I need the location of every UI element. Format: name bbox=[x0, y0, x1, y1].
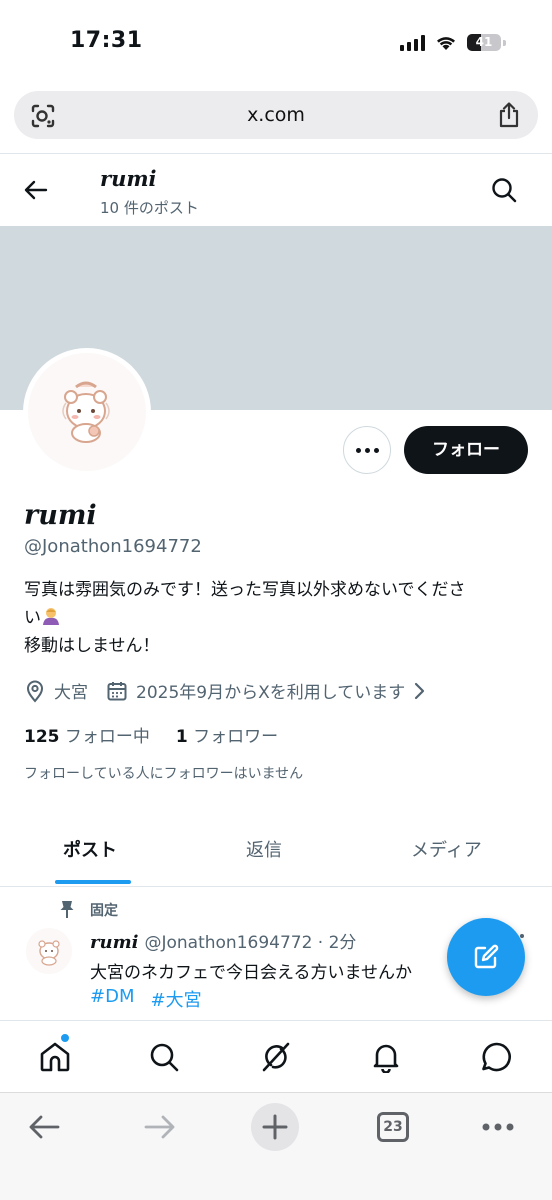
signal-icon bbox=[400, 34, 425, 51]
follow-stats: 125 フォロー中 1 フォロワー bbox=[24, 722, 278, 747]
calendar-icon bbox=[107, 681, 127, 700]
back-arrow-icon[interactable] bbox=[22, 176, 50, 204]
no-common-followers-note: フォローしている人にフォロワーはいません bbox=[24, 766, 304, 782]
compose-post-button[interactable] bbox=[447, 918, 525, 996]
home-icon bbox=[40, 1042, 70, 1072]
tab-media[interactable]: メディア bbox=[411, 836, 482, 862]
pin-icon bbox=[60, 901, 74, 918]
post-handle-time: @Jonathon1694772 · 2分 bbox=[144, 933, 357, 953]
profile-handle: @Jonathon1694772 bbox=[24, 536, 202, 557]
following-count: 125 bbox=[24, 727, 60, 747]
bio-line: 写真は雰囲気のみです！送った写真以外求めないでくださ bbox=[24, 580, 466, 600]
tab-posts[interactable]: ポスト bbox=[63, 836, 117, 862]
browser-toolbar: 23 bbox=[0, 1092, 552, 1200]
forward-arrow-icon bbox=[144, 1115, 175, 1139]
post-header: rumi @Jonathon1694772 · 2分 bbox=[90, 928, 356, 953]
follow-button[interactable]: フォロー bbox=[404, 426, 528, 474]
nav-search[interactable] bbox=[146, 1039, 182, 1075]
location-pin-icon bbox=[26, 680, 44, 703]
back-arrow-icon bbox=[29, 1115, 60, 1139]
search-icon[interactable] bbox=[490, 176, 518, 204]
messages-icon bbox=[482, 1042, 511, 1072]
bowing-person-emoji-icon bbox=[43, 608, 59, 625]
share-icon[interactable] bbox=[496, 101, 522, 129]
nav-home[interactable] bbox=[37, 1039, 73, 1075]
compose-icon bbox=[474, 944, 499, 969]
bottom-nav bbox=[0, 1020, 552, 1092]
bio-text: い bbox=[24, 608, 41, 628]
followers-label: フォロワー bbox=[193, 727, 279, 747]
nav-notifications[interactable] bbox=[368, 1039, 404, 1075]
status-time: 17:31 bbox=[70, 28, 143, 53]
grok-icon bbox=[262, 1042, 290, 1072]
status-icons: 41 bbox=[400, 34, 506, 51]
tab-replies[interactable]: 返信 bbox=[246, 836, 282, 862]
dot bbox=[355, 447, 361, 453]
bio-line: い bbox=[24, 604, 534, 632]
status-bar: 17:31 41 bbox=[0, 0, 552, 88]
profile-meta: 大宮 2025年9月からXを利用しています bbox=[24, 678, 427, 703]
joined-text[interactable]: 2025年9月からXを利用しています bbox=[136, 678, 405, 703]
battery-icon: 41 bbox=[467, 34, 501, 51]
post-author-name[interactable]: rumi bbox=[90, 932, 138, 953]
divider bbox=[0, 153, 552, 154]
post-hashtags: #DM #大宮 bbox=[90, 986, 202, 1012]
followers-link[interactable]: 1 フォロワー bbox=[176, 722, 278, 747]
dot bbox=[373, 447, 379, 453]
avatar[interactable] bbox=[28, 353, 146, 471]
hashtag-link[interactable]: #DM bbox=[90, 986, 134, 1012]
battery-tip bbox=[503, 39, 506, 46]
post-more-icon[interactable] bbox=[520, 934, 524, 938]
profile-bio: 写真は雰囲気のみです！送った写真以外求めないでくださ い 移動はしません！ bbox=[24, 576, 534, 660]
chevron-right-icon[interactable] bbox=[411, 681, 427, 701]
nav-messages[interactable] bbox=[479, 1039, 515, 1075]
header-post-count: 10 件のポスト bbox=[100, 199, 199, 217]
post-text: 大宮のネカフェで今日会える方いませんか bbox=[90, 963, 412, 983]
hashtag-link[interactable]: #大宮 bbox=[150, 986, 201, 1012]
post-avatar[interactable] bbox=[26, 928, 72, 974]
search-icon bbox=[150, 1043, 179, 1072]
following-link[interactable]: 125 フォロー中 bbox=[24, 722, 150, 747]
tab-switcher-button[interactable]: 23 bbox=[376, 1107, 410, 1147]
plus-icon bbox=[262, 1114, 288, 1140]
active-tab-indicator bbox=[55, 880, 131, 884]
following-label: フォロー中 bbox=[64, 727, 150, 747]
tabs-count: 23 bbox=[377, 1112, 409, 1142]
profile-name: rumi bbox=[24, 500, 97, 531]
header-name: rumi bbox=[100, 166, 157, 191]
browser-menu-button[interactable] bbox=[480, 1107, 516, 1147]
divider bbox=[0, 886, 552, 887]
followers-count: 1 bbox=[175, 727, 188, 747]
notification-dot bbox=[60, 1033, 70, 1043]
more-options-button[interactable] bbox=[343, 426, 391, 474]
url-text[interactable]: x.com bbox=[14, 91, 538, 139]
url-bar[interactable]: x.com bbox=[14, 91, 538, 139]
pinned-label: 固定 bbox=[90, 903, 118, 919]
wifi-icon bbox=[437, 36, 455, 50]
browser-forward-button[interactable] bbox=[142, 1107, 178, 1147]
new-tab-button[interactable] bbox=[251, 1103, 299, 1151]
bear-character-icon bbox=[38, 940, 60, 966]
browser-back-button[interactable] bbox=[26, 1107, 62, 1147]
bio-line: 移動はしません！ bbox=[24, 636, 160, 656]
nav-grok[interactable] bbox=[258, 1039, 294, 1075]
more-horizontal-icon bbox=[482, 1123, 514, 1131]
bear-character-icon bbox=[62, 381, 110, 443]
location-text: 大宮 bbox=[54, 683, 88, 703]
dot bbox=[364, 447, 370, 453]
notifications-icon bbox=[373, 1044, 399, 1073]
